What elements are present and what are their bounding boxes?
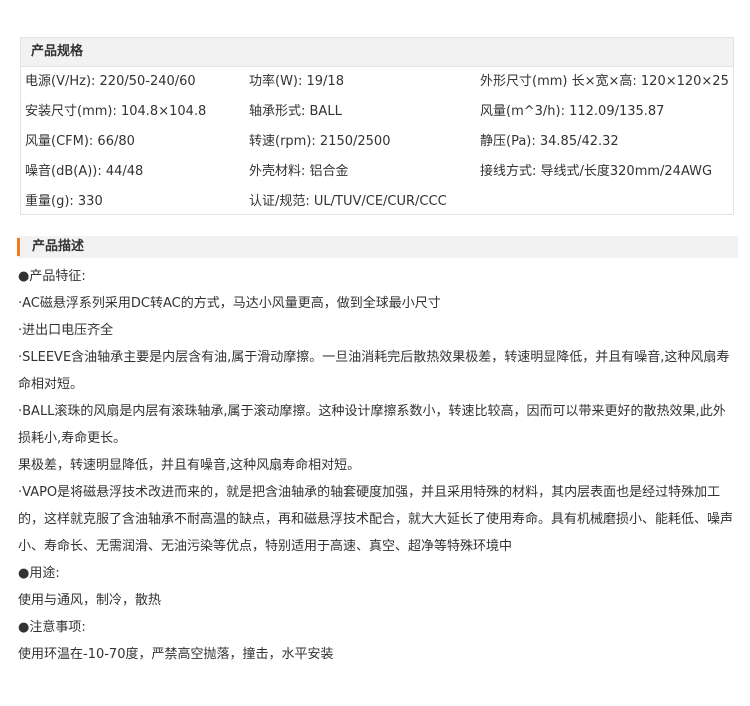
- desc-line: 损耗小,寿命更长。: [18, 431, 127, 446]
- accent-bar: [17, 238, 20, 256]
- spec-cell: 外形尺寸(mm) 长×宽×高: 120×120×25: [480, 74, 729, 89]
- spec-row: 风量(CFM): 66/80 转速(rpm): 2150/2500 静压(Pa)…: [21, 127, 733, 157]
- desc-line: 使用与通风，制冷，散热: [18, 593, 162, 608]
- desc-line: 小、寿命长、无需润滑、无油污染等优点，特别适用于高速、真空、超净等特殊环境中: [18, 539, 513, 554]
- desc-line: ·SLEEVE含油轴承主要是内层含有油,属于滑动摩擦。一旦油消耗完后散热效果极差…: [18, 350, 730, 365]
- spec-cell: 安装尺寸(mm): 104.8×104.8: [25, 104, 207, 119]
- spec-cell: 电源(V/Hz): 220/50-240/60: [25, 74, 196, 89]
- desc-line: ●用途:: [18, 566, 60, 581]
- spec-row: 电源(V/Hz): 220/50-240/60 功率(W): 19/18 外形尺…: [21, 67, 733, 97]
- desc-line: 果极差，转速明显降低，并且有噪音,这种风扇寿命相对短。: [18, 458, 361, 473]
- spec-cell: 接线方式: 导线式/长度320mm/24AWG: [480, 164, 713, 179]
- desc-line: ·AC磁悬浮系列采用DC转AC的方式，马达小风量更高，做到全球最小尺寸: [18, 296, 441, 311]
- desc-line: 使用环温在-10-70度，严禁高空抛落，撞击，水平安装: [18, 647, 334, 662]
- spec-cell: 外壳材料: 铝合金: [249, 164, 349, 179]
- spec-cell: 噪音(dB(A)): 44/48: [25, 164, 144, 179]
- desc-line: ●注意事项:: [18, 620, 86, 635]
- description-header: 产品描述: [17, 236, 738, 258]
- spec-row: 重量(g): 330 认证/规范: UL/TUV/CE/CUR/CCC: [21, 187, 733, 217]
- spec-cell: 风量(CFM): 66/80: [25, 134, 135, 149]
- spec-title: 产品规格: [21, 38, 733, 67]
- desc-line: 的，这样就克服了含油轴承不耐高温的缺点，再和磁悬浮技术配合，就大大延长了使用寿命…: [18, 512, 734, 527]
- spec-cell: 风量(m^3/h): 112.09/135.87: [480, 104, 665, 119]
- spec-row: 安装尺寸(mm): 104.8×104.8 轴承形式: BALL 风量(m^3/…: [21, 97, 733, 127]
- spec-cell: 转速(rpm): 2150/2500: [249, 134, 391, 149]
- description-body: ●产品特征: ·AC磁悬浮系列采用DC转AC的方式，马达小风量更高，做到全球最小…: [18, 263, 734, 668]
- spec-row: 噪音(dB(A)): 44/48 外壳材料: 铝合金 接线方式: 导线式/长度3…: [21, 157, 733, 187]
- desc-line: ·VAPO是将磁悬浮技术改进而来的，就是把含油轴承的轴套硬度加强，并且采用特殊的…: [18, 485, 721, 500]
- desc-line: ●产品特征:: [18, 269, 86, 284]
- desc-line: 命相对短。: [18, 377, 84, 392]
- desc-line: ·BALL滚珠的风扇是内层有滚珠轴承,属于滚动摩擦。这种设计摩擦系数小，转速比较…: [18, 404, 726, 419]
- spec-cell: 功率(W): 19/18: [249, 74, 344, 89]
- spec-cell: 认证/规范: UL/TUV/CE/CUR/CCC: [249, 194, 447, 209]
- spec-cell: 静压(Pa): 34.85/42.32: [480, 134, 619, 149]
- spec-table: 产品规格 电源(V/Hz): 220/50-240/60 功率(W): 19/1…: [20, 37, 734, 215]
- desc-line: ·进出口电压齐全: [18, 323, 114, 338]
- spec-cell: 轴承形式: BALL: [249, 104, 342, 119]
- description-title: 产品描述: [32, 239, 85, 254]
- spec-cell: 重量(g): 330: [25, 194, 103, 209]
